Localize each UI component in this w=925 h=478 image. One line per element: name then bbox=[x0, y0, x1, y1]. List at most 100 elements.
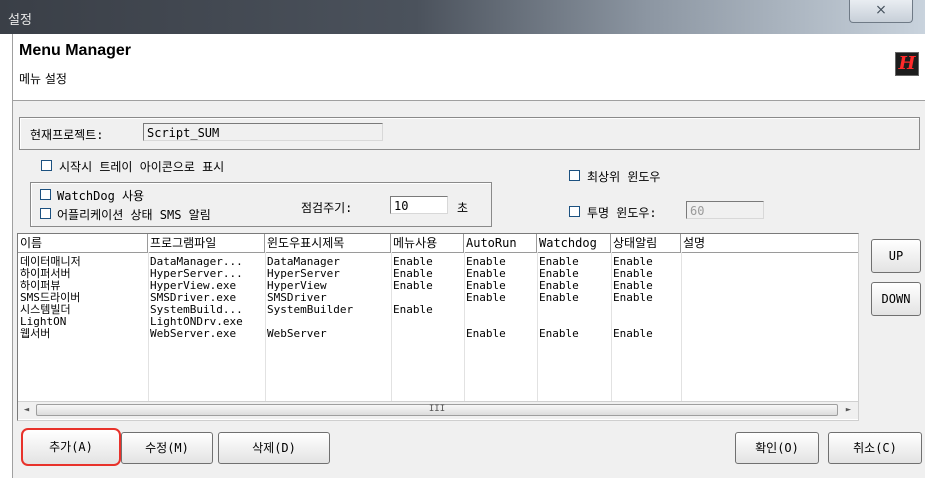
table-row[interactable]: 웹서버 WebServer.exe WebServer Enable Enable Ena… bbox=[18, 328, 858, 340]
table-cell: LightON bbox=[20, 316, 67, 328]
table-cell: DataManager... bbox=[150, 256, 243, 268]
table-cell: Enable bbox=[539, 280, 579, 292]
column-header-menu-use[interactable]: 메뉴사용 bbox=[391, 234, 464, 252]
table-row[interactable]: SMS드라이버 SMSDriver.exe SMSDriver Enable Enabl… bbox=[18, 292, 858, 304]
table-cell: DataManager bbox=[267, 256, 340, 268]
table-cell: HyperView bbox=[267, 280, 327, 292]
table-cell: Enable bbox=[466, 280, 506, 292]
table-cell: HyperServer bbox=[267, 268, 340, 280]
horizontal-scrollbar[interactable]: ◄ III ► bbox=[18, 401, 858, 419]
table-cell bbox=[681, 256, 858, 268]
table-cell: 시스템빌더 bbox=[20, 304, 71, 316]
table-cell: Enable bbox=[539, 268, 579, 280]
table-cell: Enable bbox=[539, 292, 579, 304]
table-cell: SystemBuilder bbox=[267, 304, 354, 316]
table-cell bbox=[611, 316, 681, 328]
menu-list[interactable]: 이름 프로그램파일 윈도우표시제목 메뉴사용 AutoRun Watchdog … bbox=[17, 233, 859, 421]
table-cell: Enable bbox=[613, 328, 653, 340]
sms-alert-label: 어플리케이션 상태 SMS 알림 bbox=[57, 208, 211, 222]
table-cell bbox=[681, 268, 858, 280]
table-cell: Enable bbox=[393, 304, 433, 316]
column-header-window-title[interactable]: 윈도우표시제목 bbox=[265, 234, 391, 252]
table-cell bbox=[391, 316, 464, 328]
tray-icon-checkbox[interactable] bbox=[41, 160, 52, 171]
table-cell: Enable bbox=[613, 280, 653, 292]
table-row[interactable]: 하이퍼뷰 HyperView.exe HyperView Enable Enable En… bbox=[18, 280, 858, 292]
table-cell: Enable bbox=[466, 328, 506, 340]
table-cell: Enable bbox=[466, 292, 506, 304]
table-cell: Enable bbox=[466, 256, 506, 268]
settings-dialog: Menu Manager 메뉴 설정 H 현재프로젝트: Script_SUM … bbox=[12, 34, 925, 478]
table-cell: SMS드라이버 bbox=[20, 292, 81, 304]
table-row[interactable]: LightON LightONDrv.exe bbox=[18, 316, 858, 328]
project-label: 현재프로젝트: bbox=[30, 128, 104, 142]
table-cell: Enable bbox=[393, 268, 433, 280]
table-cell bbox=[537, 316, 611, 328]
down-button[interactable]: DOWN bbox=[871, 282, 921, 316]
table-cell: Enable bbox=[393, 280, 433, 292]
tray-icon-label: 시작시 트레이 아이콘으로 표시 bbox=[59, 160, 225, 174]
add-button[interactable]: 추가(A) bbox=[21, 428, 121, 466]
topmost-label: 최상위 윈도우 bbox=[587, 170, 661, 184]
edit-button[interactable]: 수정(M) bbox=[121, 432, 213, 464]
table-cell: SMSDriver bbox=[267, 292, 327, 304]
app-logo: H bbox=[895, 52, 919, 76]
scrollbar-thumb[interactable]: III bbox=[36, 404, 838, 416]
dialog-header: Menu Manager 메뉴 설정 H bbox=[13, 34, 925, 101]
table-cell: WebServer.exe bbox=[150, 328, 237, 340]
table-cell: Enable bbox=[466, 268, 506, 280]
watchdog-group: WatchDog 사용 어플리케이션 상태 SMS 알림 점검주기: 10 초 bbox=[30, 182, 492, 227]
table-row[interactable]: 데이터매니저 DataManager... DataManager Enable Ena… bbox=[18, 256, 858, 268]
table-cell bbox=[391, 292, 464, 304]
table-cell bbox=[681, 292, 858, 304]
table-cell: 웹서버 bbox=[20, 328, 51, 340]
table-cell: Enable bbox=[613, 292, 653, 304]
table-cell bbox=[611, 304, 681, 316]
table-cell bbox=[681, 316, 858, 328]
column-header-name[interactable]: 이름 bbox=[18, 234, 148, 252]
title-bar: 설정 ⨯ bbox=[0, 0, 925, 34]
column-header-program[interactable]: 프로그램파일 bbox=[148, 234, 265, 252]
transparency-input[interactable]: 60 bbox=[686, 201, 764, 219]
up-button[interactable]: UP bbox=[871, 239, 921, 273]
interval-input[interactable]: 10 bbox=[390, 196, 448, 214]
table-cell: Enable bbox=[393, 256, 433, 268]
table-cell: 하이퍼서버 bbox=[20, 268, 71, 280]
table-cell bbox=[681, 280, 858, 292]
table-cell: Enable bbox=[539, 328, 579, 340]
table-cell: LightONDrv.exe bbox=[150, 316, 243, 328]
table-cell: Enable bbox=[613, 256, 653, 268]
column-header-description[interactable]: 설명 bbox=[681, 234, 858, 252]
scroll-right-icon[interactable]: ► bbox=[840, 402, 857, 419]
table-cell: Enable bbox=[613, 268, 653, 280]
column-header-autorun[interactable]: AutoRun bbox=[464, 234, 537, 252]
project-field: Script_SUM bbox=[143, 123, 383, 141]
interval-unit: 초 bbox=[457, 201, 469, 215]
table-row[interactable]: 하이퍼서버 HyperServer... HyperServer Enable Enab… bbox=[18, 268, 858, 280]
table-cell bbox=[391, 328, 464, 340]
project-group: 현재프로젝트: Script_SUM bbox=[19, 117, 920, 150]
table-cell: HyperServer... bbox=[150, 268, 243, 280]
close-button[interactable]: ⨯ bbox=[849, 0, 913, 23]
delete-button[interactable]: 삭제(D) bbox=[218, 432, 330, 464]
window-title: 설정 bbox=[8, 13, 32, 28]
column-header-status-alert[interactable]: 상태알림 bbox=[611, 234, 681, 252]
scroll-left-icon[interactable]: ◄ bbox=[18, 402, 35, 419]
page-subtitle: 메뉴 설정 bbox=[19, 72, 67, 86]
ok-button[interactable]: 확인(O) bbox=[735, 432, 819, 464]
table-cell bbox=[681, 328, 858, 340]
topmost-checkbox[interactable] bbox=[569, 170, 580, 181]
cancel-button[interactable]: 취소(C) bbox=[828, 432, 922, 464]
list-header: 이름 프로그램파일 윈도우표시제목 메뉴사용 AutoRun Watchdog … bbox=[18, 234, 858, 253]
watchdog-checkbox[interactable] bbox=[40, 189, 51, 200]
table-cell: 하이퍼뷰 bbox=[20, 280, 61, 292]
table-row[interactable]: 시스템빌더 SystemBuild... SystemBuilder Enable bbox=[18, 304, 858, 316]
column-header-watchdog[interactable]: Watchdog bbox=[537, 234, 611, 252]
table-cell bbox=[265, 316, 391, 328]
table-cell: Enable bbox=[539, 256, 579, 268]
table-cell: SystemBuild... bbox=[150, 304, 243, 316]
watchdog-label: WatchDog 사용 bbox=[57, 189, 145, 203]
sms-alert-checkbox[interactable] bbox=[40, 208, 51, 219]
transparent-checkbox[interactable] bbox=[569, 206, 580, 217]
interval-label: 점검주기: bbox=[301, 201, 353, 215]
